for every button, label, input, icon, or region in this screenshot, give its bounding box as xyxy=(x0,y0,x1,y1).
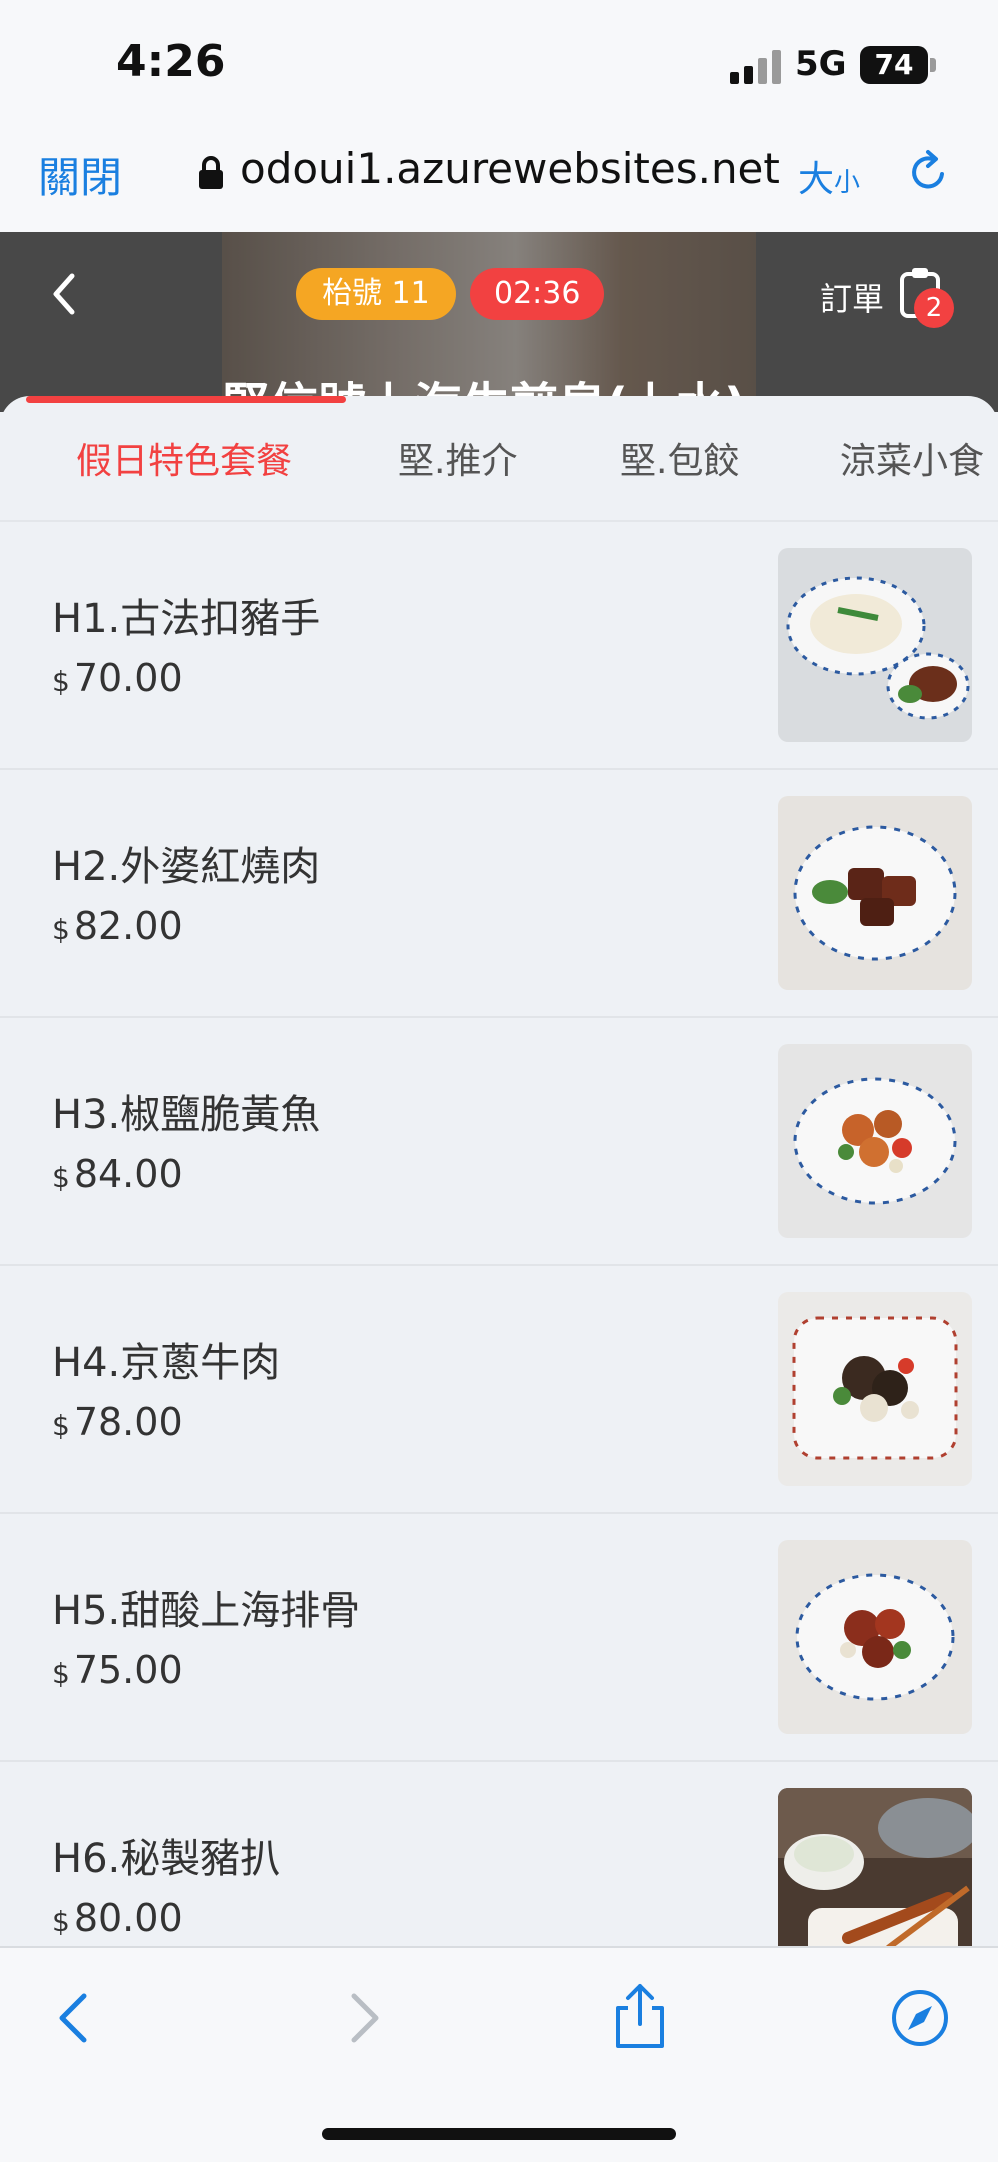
menu-item[interactable]: H1.古法扣豬手 $70.00 xyxy=(0,522,998,770)
item-photo[interactable] xyxy=(778,1292,972,1486)
table-number-badge: 枱號 11 xyxy=(296,268,456,320)
order-label[interactable]: 訂單 xyxy=(820,274,884,320)
tab-recommend[interactable]: 堅.推介 xyxy=(398,432,517,484)
currency-symbol: $ xyxy=(52,1161,70,1194)
network-type: 5G xyxy=(795,44,847,84)
menu-item[interactable]: H3.椒鹽脆黃魚 $84.00 xyxy=(0,1018,998,1266)
item-photo[interactable] xyxy=(778,1788,972,1946)
item-price: $78.00 xyxy=(52,1400,183,1444)
currency-symbol: $ xyxy=(52,913,70,946)
item-name: H4.京蔥牛肉 xyxy=(52,1340,281,1386)
timer-badge: 02:36 xyxy=(470,268,605,320)
status-time: 4:26 xyxy=(116,36,226,87)
browser-toolbar xyxy=(0,1946,998,2162)
url-field[interactable]: odoui1.azurewebsites.net xyxy=(240,144,780,193)
share-icon[interactable] xyxy=(608,1982,672,2050)
text-size-button[interactable]: 大小 xyxy=(798,150,860,202)
back-icon[interactable] xyxy=(46,1988,106,2048)
price-value: 82.00 xyxy=(73,904,183,948)
item-name: H2.外婆紅燒肉 xyxy=(52,844,321,890)
shop-hero: 枱號 11 02:36 訂單 2 堅信號上海生煎皇(上水) xyxy=(0,232,998,412)
item-price: $82.00 xyxy=(52,904,183,948)
menu-list: H1.古法扣豬手 $70.00 H2.外婆紅燒肉 $82.00 H3.椒鹽脆黃魚… xyxy=(0,522,998,1946)
currency-symbol: $ xyxy=(52,1657,70,1690)
home-indicator xyxy=(322,2128,676,2140)
menu-item[interactable]: H6.秘製豬扒 $80.00 xyxy=(0,1762,998,1946)
status-bar: 4:26 5G 74 xyxy=(0,0,998,120)
item-photo[interactable] xyxy=(778,1540,972,1734)
item-photo[interactable] xyxy=(778,1044,972,1238)
item-price: $84.00 xyxy=(52,1152,183,1196)
menu-item[interactable]: H4.京蔥牛肉 $78.00 xyxy=(0,1266,998,1514)
forward-icon[interactable] xyxy=(332,1988,392,2048)
item-photo[interactable] xyxy=(778,796,972,990)
item-name: H1.古法扣豬手 xyxy=(52,596,321,642)
reload-icon[interactable] xyxy=(904,148,952,196)
battery-icon: 74 xyxy=(860,46,928,84)
text-size-big: 大 xyxy=(798,159,835,200)
close-button[interactable]: 關閉 xyxy=(38,144,122,205)
tab-cold-dishes[interactable]: 涼菜小食 xyxy=(840,432,984,484)
menu-item[interactable]: H5.甜酸上海排骨 $75.00 xyxy=(0,1514,998,1762)
scroll-indicator xyxy=(26,396,346,403)
item-price: $70.00 xyxy=(52,656,183,700)
currency-symbol: $ xyxy=(52,1409,70,1442)
signal-icon xyxy=(730,50,782,84)
lock-icon xyxy=(199,156,223,189)
compass-icon[interactable] xyxy=(890,1988,950,2048)
price-value: 78.00 xyxy=(73,1400,183,1444)
category-tabs: 假日特色套餐 堅.推介 堅.包餃 涼菜小食 xyxy=(0,410,998,520)
item-photo[interactable] xyxy=(778,548,972,742)
back-chevron-icon[interactable] xyxy=(46,268,82,320)
menu-item[interactable]: H2.外婆紅燒肉 $82.00 xyxy=(0,770,998,1018)
browser-bar: 關閉 odoui1.azurewebsites.net 大小 xyxy=(0,120,998,232)
item-name: H6.秘製豬扒 xyxy=(52,1836,281,1882)
price-value: 75.00 xyxy=(73,1648,183,1692)
price-value: 84.00 xyxy=(73,1152,183,1196)
currency-symbol: $ xyxy=(52,1905,70,1938)
text-size-small: 小 xyxy=(834,168,861,198)
tab-holiday-set[interactable]: 假日特色套餐 xyxy=(76,432,292,484)
menu-sheet: 假日特色套餐 堅.推介 堅.包餃 涼菜小食 H1.古法扣豬手 $70.00 H2… xyxy=(0,396,998,1946)
price-value: 70.00 xyxy=(73,656,183,700)
item-name: H5.甜酸上海排骨 xyxy=(52,1588,361,1634)
item-price: $75.00 xyxy=(52,1648,183,1692)
item-name: H3.椒鹽脆黃魚 xyxy=(52,1092,321,1138)
tab-dumplings[interactable]: 堅.包餃 xyxy=(620,432,739,484)
price-value: 80.00 xyxy=(73,1896,183,1940)
battery-tip xyxy=(930,58,936,72)
order-count-badge: 2 xyxy=(914,288,954,328)
item-price: $80.00 xyxy=(52,1896,183,1940)
currency-symbol: $ xyxy=(52,665,70,698)
